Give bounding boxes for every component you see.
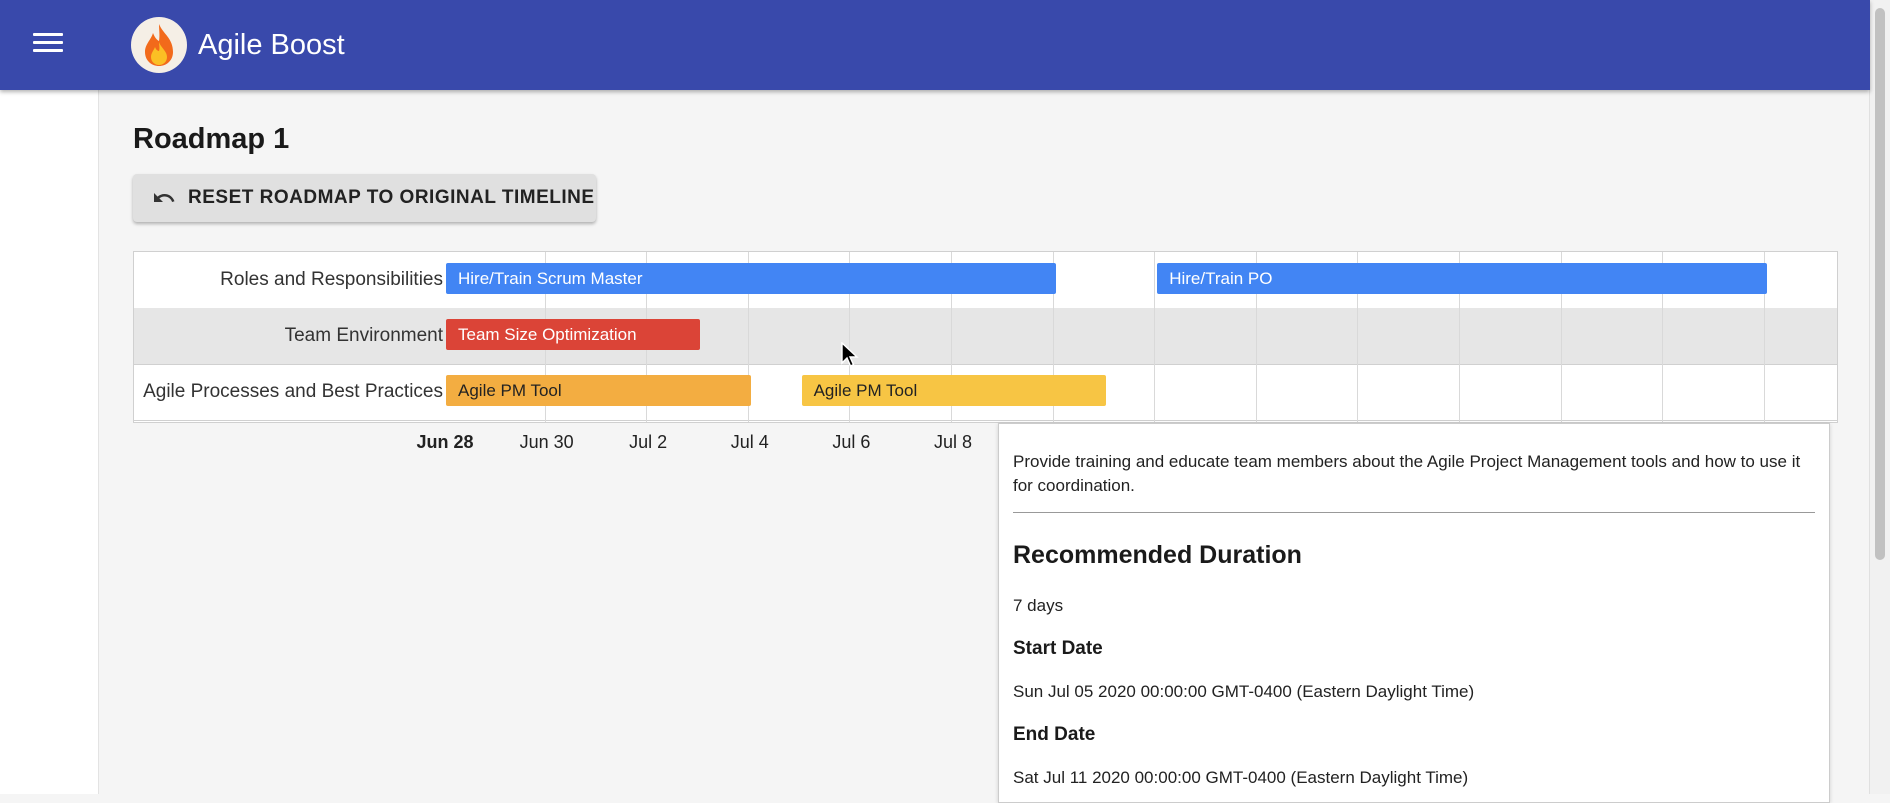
menu-icon[interactable] [33,33,63,57]
page-scrollbar[interactable] [1869,0,1890,794]
task-bar[interactable]: Hire/Train Scrum Master [446,263,1056,294]
task-description: Provide training and educate team member… [1013,452,1801,495]
axis-tick-label: Jun 28 [416,432,474,452]
axis-tick-label: Jun 30 [519,432,574,452]
duration-heading: Recommended Duration [1013,541,1302,569]
start-date-value: Sun Jul 05 2020 00:00:00 GMT-0400 (Easte… [1013,682,1475,701]
axis-tick-label: Jul 2 [629,432,668,452]
task-bar[interactable]: Agile PM Tool [446,375,751,406]
side-rail [0,90,99,794]
reset-roadmap-button[interactable]: RESET ROADMAP TO ORIGINAL TIMELINE [133,174,596,222]
app-bar: Agile Boost [0,0,1870,90]
reset-button-label: RESET ROADMAP TO ORIGINAL TIMELINE [188,187,595,208]
row-label: Roles and Responsibilities [220,269,443,290]
tooltip-divider [1013,512,1815,513]
grid-line [1154,252,1155,422]
row-label: Agile Processes and Best Practices [143,381,443,402]
task-details-tooltip: Provide training and educate team member… [998,423,1830,803]
duration-value: 7 days [1013,596,1064,615]
start-date-heading: Start Date [1013,638,1103,659]
task-bar[interactable]: Hire/Train PO [1157,263,1767,294]
task-bar[interactable]: Team Size Optimization [446,319,700,350]
axis-tick-label: Jul 8 [933,432,973,452]
end-date-value: Sat Jul 11 2020 00:00:00 GMT-0400 (Easte… [1013,768,1469,787]
end-date-heading: End Date [1013,724,1096,745]
undo-icon [154,193,175,202]
axis-tick-label: Jul 6 [832,432,871,452]
timeline-axis: Jun 28 Jun 30 Jul 2 Jul 4 Jul 6 Jul 8 [133,432,993,462]
mouse-cursor-icon [841,342,859,367]
app-title[interactable]: Agile Boost [198,29,345,62]
roadmap-row: Team Environment [134,308,1837,365]
row-label: Team Environment [284,325,443,346]
flame-icon [145,24,173,66]
task-bar[interactable]: Agile PM Tool [801,375,1107,406]
agile-boost-logo[interactable] [131,17,187,73]
roadmap-gantt-chart: Roles and Responsibilities Team Environme… [133,251,1838,423]
scrollbar-thumb[interactable] [1875,8,1885,560]
axis-tick-label: Jul 4 [730,432,769,452]
page-title: Roadmap 1 [133,123,290,155]
